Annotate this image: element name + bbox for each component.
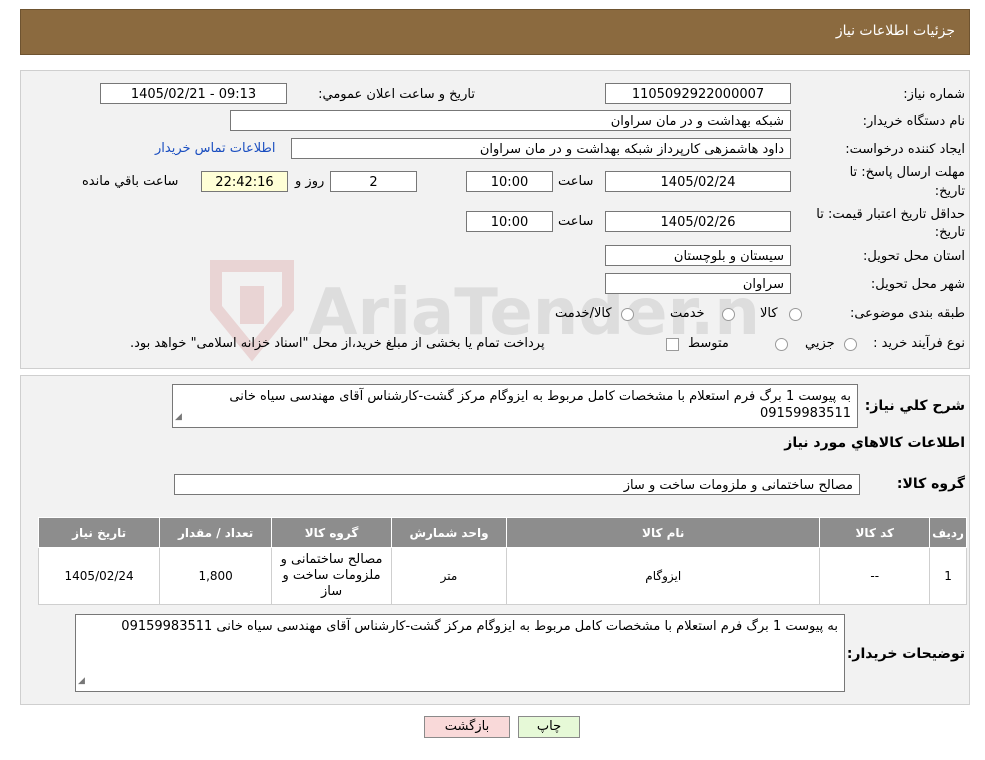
category-service-label: خدمت: [670, 306, 705, 321]
validity-label-2: تاریخ:: [934, 225, 965, 240]
province-field: سیستان و بلوچستان: [605, 245, 791, 266]
city-label: شهر محل تحویل:: [870, 277, 965, 292]
buyer-notes-text: به پیوست 1 برگ فرم استعلام با مشخصات کام…: [121, 619, 838, 634]
cell-name: ایزوگام: [505, 547, 821, 605]
validity-time-label: ساعت: [558, 214, 594, 229]
col-header-code: کد کالا: [819, 517, 931, 548]
buyer-org-field: شبکه بهداشت و در مان سراوان: [230, 110, 791, 131]
category-goods-service-label: کالا/خدمت: [555, 306, 612, 321]
goods-group-label: گروه کالا:: [896, 476, 965, 492]
cell-code: --: [819, 547, 931, 605]
need-number-field: 1105092922000007: [605, 83, 791, 104]
validity-time-field: 10:00: [466, 211, 553, 232]
deadline-date-field: 1405/02/24: [605, 171, 791, 192]
cell-unit: متر: [391, 547, 507, 605]
process-label: نوع فرآیند خرید :: [873, 336, 965, 351]
process-note: پرداخت تمام یا بخشی از مبلغ خرید،از محل …: [130, 336, 545, 351]
col-header-date: تاریخ نیاز: [37, 517, 161, 548]
category-label: طبقه بندی موضوعی:: [849, 306, 965, 321]
category-goods-service-radio[interactable]: [621, 308, 634, 321]
category-goods-radio[interactable]: [789, 308, 802, 321]
col-header-name: نام کالا: [505, 517, 821, 548]
page-title: جزئیات اطلاعات نیاز: [835, 23, 955, 39]
resize-grip-icon: ◢: [175, 412, 182, 422]
category-goods-label: کالا: [760, 306, 778, 321]
deadline-label: مهلت ارسال پاسخ: تا: [849, 165, 965, 180]
need-number-label: شماره نیاز:: [903, 87, 965, 102]
page-header: جزئیات اطلاعات نیاز: [20, 9, 970, 55]
buyer-notes-textarea[interactable]: به پیوست 1 برگ فرم استعلام با مشخصات کام…: [75, 614, 845, 692]
validity-date-field: 1405/02/26: [605, 211, 791, 232]
goods-table: ردیف کد کالا نام کالا واحد شمارش گروه کا…: [37, 517, 967, 605]
process-minor-radio[interactable]: [844, 338, 857, 351]
buyer-contact-link[interactable]: اطلاعات تماس خریدار: [155, 141, 275, 156]
remaining-time-field: 22:42:16: [201, 171, 288, 192]
back-button[interactable]: بازگشت: [424, 716, 510, 738]
city-field: سراوان: [605, 273, 791, 294]
col-header-unit: واحد شمارش: [391, 517, 507, 548]
days-label: روز و: [295, 174, 325, 189]
requester-label: ایجاد کننده درخواست:: [845, 142, 965, 157]
buyer-org-label: نام دستگاه خریدار:: [862, 114, 965, 129]
province-label: استان محل تحویل:: [863, 249, 965, 264]
buyer-notes-label: توضیحات خریدار:: [846, 646, 965, 662]
process-minor-label: جزیي: [805, 336, 835, 351]
deadline-label-2: تاریخ:: [934, 184, 965, 199]
summary-text: به پیوست 1 برگ فرم استعلام با مشخصات کام…: [229, 389, 851, 421]
table-row: 1 -- ایزوگام متر مصالح ساختمانی و ملزوما…: [37, 547, 967, 605]
cell-row-number: 1: [929, 547, 967, 605]
summary-textarea[interactable]: به پیوست 1 برگ فرم استعلام با مشخصات کام…: [172, 384, 858, 428]
announce-label: تاریخ و ساعت اعلان عمومي:: [318, 87, 475, 102]
requester-field: داود هاشمزهی کارپرداز شبکه بهداشت و در م…: [291, 138, 791, 159]
category-service-radio[interactable]: [722, 308, 735, 321]
col-header-qty: تعداد / مقدار: [159, 517, 273, 548]
process-medium-radio[interactable]: [775, 338, 788, 351]
days-field: 2: [330, 171, 417, 192]
table-header-row: ردیف کد کالا نام کالا واحد شمارش گروه کا…: [37, 517, 967, 548]
col-header-row-number: ردیف: [929, 517, 967, 548]
cell-date: 1405/02/24: [37, 547, 161, 605]
deadline-time-label: ساعت: [558, 174, 594, 189]
deadline-time-field: 10:00: [466, 171, 553, 192]
cell-qty: 1,800: [159, 547, 273, 605]
goods-section-title: اطلاعات کالاهاي مورد نیاز: [784, 435, 965, 451]
goods-group-field: مصالح ساختمانی و ملزومات ساخت و ساز: [174, 474, 860, 495]
announce-field: 1405/02/21 - 09:13: [100, 83, 287, 104]
cell-group: مصالح ساختمانی و ملزومات ساخت و ساز: [271, 547, 393, 605]
col-header-group: گروه کالا: [271, 517, 393, 548]
validity-label: حداقل تاریخ اعتبار قیمت: تا: [816, 207, 965, 222]
treasury-checkbox[interactable]: [666, 338, 679, 351]
summary-label: شرح کلي نیاز:: [864, 398, 965, 414]
remaining-label: ساعت باقي مانده: [82, 174, 179, 189]
process-medium-label: متوسط: [688, 336, 729, 351]
resize-grip-icon: ◢: [78, 676, 85, 686]
print-button[interactable]: چاپ: [518, 716, 580, 738]
